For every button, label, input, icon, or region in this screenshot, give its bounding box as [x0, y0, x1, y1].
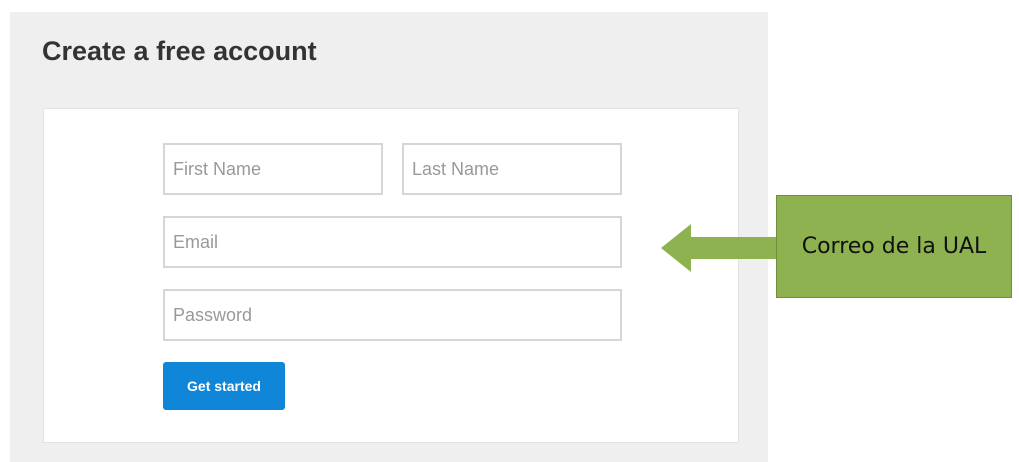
annotation-callout: Correo de la UAL — [776, 195, 1012, 298]
password-field[interactable] — [163, 289, 622, 341]
signup-form: Get started — [43, 108, 739, 443]
email-field[interactable] — [163, 216, 622, 268]
annotation-label: Correo de la UAL — [801, 234, 987, 259]
page: Create a free account Get started Correo… — [0, 0, 1019, 462]
get-started-button[interactable]: Get started — [163, 362, 285, 410]
signup-panel: Create a free account Get started — [10, 12, 768, 462]
page-title: Create a free account — [42, 36, 317, 66]
arrow-left-icon — [661, 224, 782, 272]
first-name-field[interactable] — [163, 143, 383, 195]
last-name-field[interactable] — [402, 143, 622, 195]
